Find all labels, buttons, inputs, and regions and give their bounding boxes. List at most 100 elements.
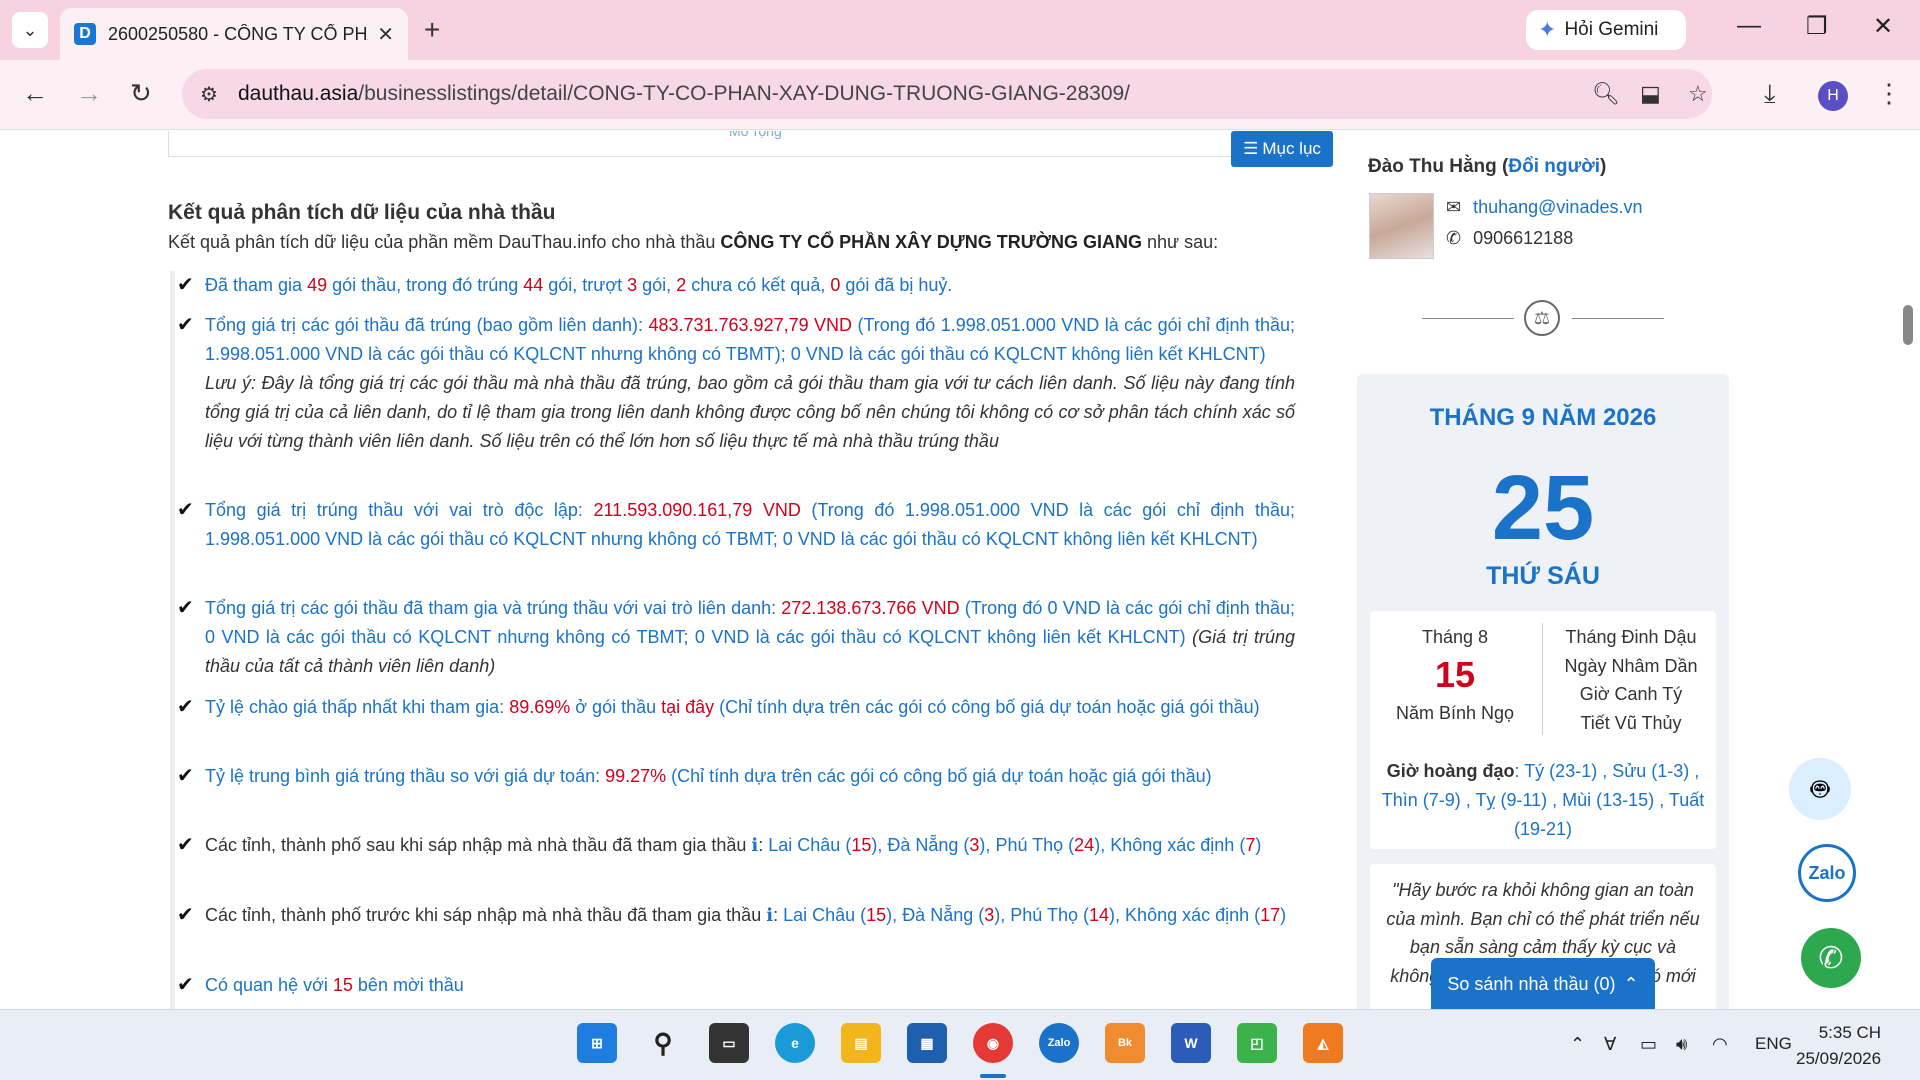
calendar-weekday: THỨ SÁU xyxy=(1486,562,1600,590)
site-info-icon[interactable]: ⚙ xyxy=(200,82,218,107)
divider xyxy=(1572,318,1664,319)
expand-link[interactable]: Mở rộng xyxy=(729,131,782,139)
browser-tab[interactable]: D 2600250580 - CÔNG TY CỔ PHẦN ✕ xyxy=(60,8,408,60)
battery-icon[interactable]: ▭ xyxy=(1640,1034,1657,1055)
zoom-icon[interactable]: 🔍︎ xyxy=(1592,81,1620,107)
list-item: ✔ Tổng giá trị trúng thầu với vai trò độ… xyxy=(177,496,1295,554)
url-text: dauthau.asia/businesslistings/detail/CON… xyxy=(238,82,1131,105)
check-icon: ✔ xyxy=(177,499,194,521)
lunar-calendar: Tháng 8 15 Năm Bính Ngọ Tháng Đinh Dậu N… xyxy=(1370,611,1716,849)
minimize-icon[interactable]: — xyxy=(1737,12,1761,40)
check-icon: ✔ xyxy=(177,904,194,926)
tab-close-icon[interactable]: ✕ xyxy=(377,22,394,47)
site-favicon: D xyxy=(74,23,96,45)
divider xyxy=(1542,623,1543,735)
clock-time: 5:35 CH xyxy=(1818,1023,1882,1042)
wifi-icon[interactable]: ◠ xyxy=(1712,1034,1728,1055)
calendar-widget: THÁNG 9 NĂM 2026 25 THỨ SÁU Tháng 8 15 N… xyxy=(1357,374,1729,1009)
menu-icon[interactable]: ⋮ xyxy=(1876,78,1902,109)
compare-contractors-button[interactable]: So sánh nhà thầu (0) ⌃ xyxy=(1431,958,1655,1009)
chatbot-robot-icon[interactable]: 🤖︎ xyxy=(1789,758,1851,820)
phone-call-icon: ✆ xyxy=(1818,941,1844,975)
address-bar[interactable]: ⚙ dauthau.asia/businesslistings/detail/C… xyxy=(182,69,1712,119)
new-tab-button[interactable]: + xyxy=(424,14,440,46)
list-item: ✔ Tỷ lệ chào giá thấp nhất khi tham gia:… xyxy=(177,693,1295,722)
tab-search-icon[interactable]: ⌄ xyxy=(12,12,48,48)
here-link[interactable]: tại đây xyxy=(661,697,714,717)
list-item: ✔ Tổng giá trị các gói thầu đã tham gia … xyxy=(177,594,1295,681)
file-explorer-icon[interactable]: ▤ xyxy=(841,1023,881,1063)
list-item: ✔ Tỷ lệ trung bình giá trúng thầu so với… xyxy=(177,762,1295,791)
check-icon: ✔ xyxy=(177,274,194,296)
list-item: ✔ Các tỉnh, thành phố sau khi sáp nhập m… xyxy=(177,831,1295,860)
province-link[interactable]: Phú Thọ (14) xyxy=(1010,905,1115,925)
user-email[interactable]: ✉ thuhang@vinades.vn xyxy=(1446,197,1643,218)
word-icon[interactable]: W xyxy=(1171,1023,1211,1063)
check-icon: ✔ xyxy=(177,696,194,718)
lunar-date: Tháng 8 15 Năm Bính Ngọ xyxy=(1395,627,1515,723)
gemini-label: Hỏi Gemini xyxy=(1564,19,1659,40)
bookmark-star-icon[interactable]: ☆ xyxy=(1688,81,1708,107)
start-windows-icon[interactable]: ⊞ xyxy=(577,1023,617,1063)
province-link[interactable]: Phú Thọ (24) xyxy=(995,835,1100,855)
envelope-icon: ✉ xyxy=(1446,197,1462,217)
taskbar: ⊞ ⚲ ▭ e ▤ ▦ ◉ Zalo Bk W ◰ ◭ ⌃ ∀ ▭ 🔊︎ ◠ E… xyxy=(0,1009,1920,1080)
call-button[interactable]: ✆ xyxy=(1801,928,1861,988)
province-link[interactable]: Lai Châu (15) xyxy=(783,905,892,925)
forward-icon[interactable]: → xyxy=(76,78,102,109)
clock[interactable]: 5:35 CH 25/09/2026 xyxy=(1796,1020,1881,1072)
task-view-icon[interactable]: ▭ xyxy=(709,1023,749,1063)
restore-icon[interactable]: ❐ xyxy=(1806,12,1828,41)
gemini-button[interactable]: ✦ Hỏi Gemini xyxy=(1526,10,1686,50)
table-of-contents-label: Mục lục xyxy=(1262,139,1321,158)
tray-chevron-icon[interactable]: ⌃ xyxy=(1570,1034,1585,1055)
zalo-button[interactable]: Zalo xyxy=(1798,844,1856,902)
back-icon[interactable]: ← xyxy=(22,78,48,109)
vpn-icon[interactable]: ∀ xyxy=(1604,1034,1616,1055)
language-indicator[interactable]: ENG xyxy=(1755,1034,1792,1054)
install-app-icon[interactable]: ⬓ xyxy=(1640,81,1661,107)
list-item: ✔ Các tỉnh, thành phố trước khi sáp nhập… xyxy=(177,901,1295,930)
app-green-icon[interactable]: ◰ xyxy=(1237,1023,1277,1063)
search-icon[interactable]: ⚲ xyxy=(643,1023,683,1063)
check-icon: ✔ xyxy=(177,974,194,996)
store-icon[interactable]: ▦ xyxy=(907,1023,947,1063)
chevron-up-icon: ⌃ xyxy=(1623,973,1639,994)
scrollbar[interactable] xyxy=(1900,131,1920,1009)
web-page: Mở rộng ☰ Mục lục Kết quả phân tích dữ l… xyxy=(0,131,1920,1009)
scrollbar-thumb[interactable] xyxy=(1903,305,1913,345)
download-icon[interactable]: ⤓ xyxy=(1764,78,1776,110)
browser-tab-strip: ⌄ D 2600250580 - CÔNG TY CỔ PHẦN ✕ + ✦ H… xyxy=(0,0,1920,60)
list-item: ✔ Đã tham gia 49 gói thầu, trong đó trún… xyxy=(177,271,1295,300)
province-link[interactable]: Không xác định (17) xyxy=(1125,905,1286,925)
note-text: Lưu ý: Đây là tổng giá trị các gói thầu … xyxy=(205,373,1295,451)
province-link[interactable]: Lai Châu (15) xyxy=(768,835,877,855)
can-chi: Tháng Đinh Dậu Ngày Nhâm Dần Giờ Canh Tý… xyxy=(1564,627,1698,733)
check-icon: ✔ xyxy=(177,597,194,619)
mybk-icon[interactable]: Bk xyxy=(1105,1023,1145,1063)
province-link[interactable]: Đà Nẵng (3) xyxy=(902,905,1000,925)
check-icon: ✔ xyxy=(177,314,194,336)
analysis-list: ✔ Đã tham gia 49 gói thầu, trong đó trún… xyxy=(170,271,1320,1009)
volume-icon[interactable]: 🔊︎ xyxy=(1676,1034,1687,1055)
profile-avatar[interactable]: H xyxy=(1818,81,1848,111)
window-close-icon[interactable]: ✕ xyxy=(1873,12,1893,41)
zalo-label: Zalo xyxy=(1808,862,1846,883)
chrome-icon[interactable]: ◉ xyxy=(973,1023,1013,1063)
province-link[interactable]: Đà Nẵng (3) xyxy=(887,835,985,855)
change-user-link[interactable]: Đổi người xyxy=(1508,156,1600,177)
phone-icon: ✆ xyxy=(1446,228,1462,248)
pdf-app-icon[interactable]: ◭ xyxy=(1303,1023,1343,1063)
section-heading: Kết quả phân tích dữ liệu của nhà thầu xyxy=(168,201,556,224)
divider xyxy=(1422,318,1514,319)
reload-icon[interactable]: ↻ xyxy=(130,78,152,109)
calendar-day: 25 xyxy=(1491,457,1595,559)
user-phone: ✆ 0906612188 xyxy=(1446,228,1574,248)
province-link[interactable]: Không xác định (7) xyxy=(1110,835,1261,855)
edge-icon[interactable]: e xyxy=(775,1023,815,1063)
check-icon: ✔ xyxy=(177,765,194,787)
zalo-app-icon[interactable]: Zalo xyxy=(1039,1023,1079,1063)
user-photo xyxy=(1369,193,1434,259)
table-of-contents-button[interactable]: ☰ Mục lục xyxy=(1231,131,1333,167)
gemini-icon: ✦ xyxy=(1538,17,1557,42)
